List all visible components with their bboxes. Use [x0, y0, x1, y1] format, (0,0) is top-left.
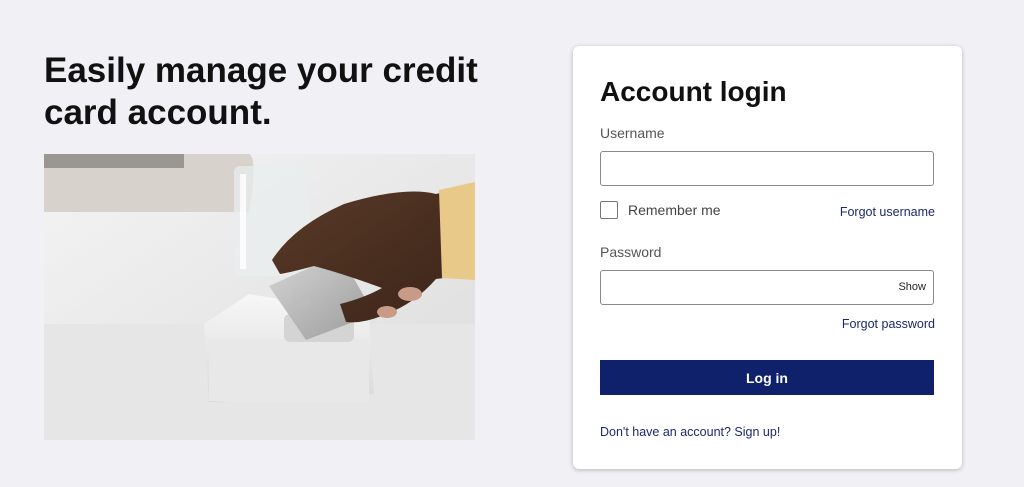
password-input[interactable] [600, 270, 934, 305]
hero-photo-illustration [44, 154, 475, 440]
show-password-button[interactable]: Show [898, 281, 926, 293]
page: Easily manage your credit card account. [0, 0, 1024, 487]
signup-link[interactable]: Don't have an account? Sign up! [600, 425, 780, 439]
forgot-password-link[interactable]: Forgot password [842, 317, 935, 331]
page-headline: Easily manage your credit card account. [44, 51, 478, 132]
hero-image [44, 154, 475, 440]
forgot-username-link[interactable]: Forgot username [840, 205, 935, 219]
remember-me-label: Remember me [628, 202, 721, 218]
remember-me-checkbox[interactable] [600, 201, 618, 219]
login-card: Account login Username Remember me Forgo… [573, 46, 962, 469]
login-button[interactable]: Log in [600, 360, 934, 395]
username-input[interactable] [600, 151, 934, 186]
login-title: Account login [600, 76, 787, 107]
password-label: Password [600, 244, 662, 260]
username-label: Username [600, 125, 665, 141]
